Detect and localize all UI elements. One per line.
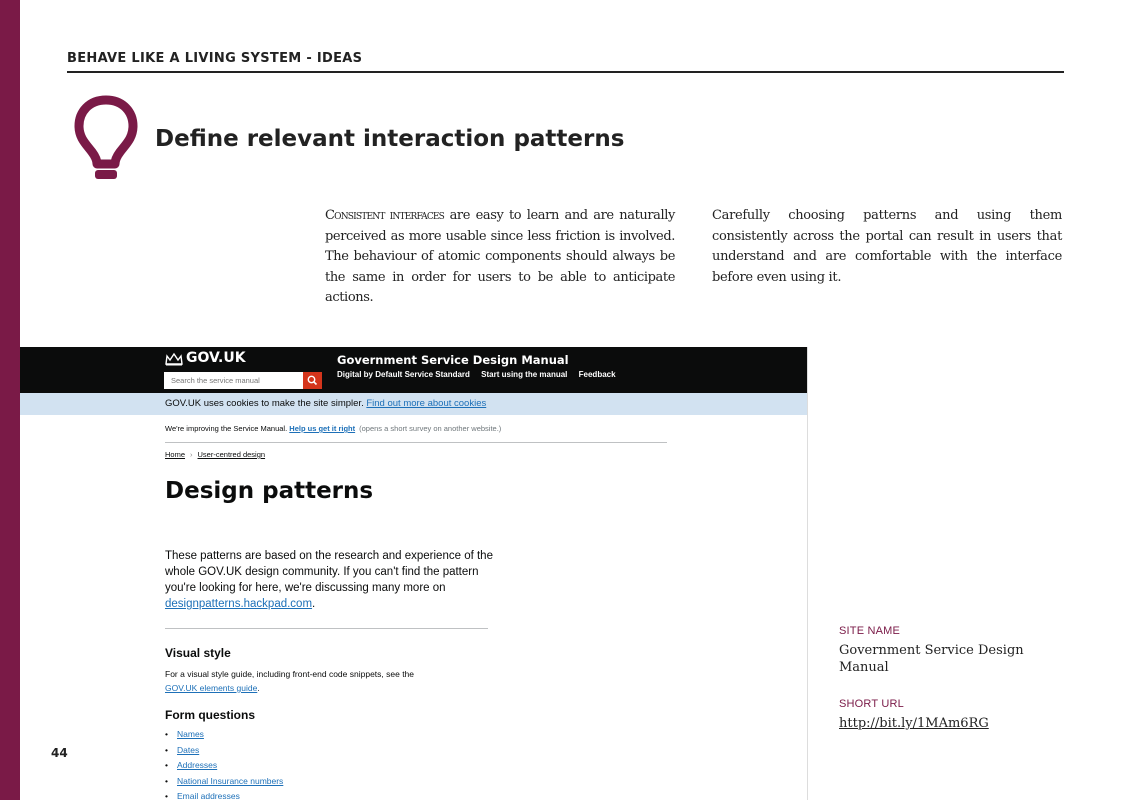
gov-header: GOV.UK Government Service Design Manual … [20, 347, 807, 393]
short-url-link[interactable]: http://bit.ly/1MAm6RG [839, 715, 989, 732]
lead-in-text: Consistent interfaces [325, 208, 445, 223]
divider [165, 442, 667, 443]
pattern-link-addresses[interactable]: Addresses [177, 760, 217, 770]
hackpad-link[interactable]: designpatterns.hackpad.com [165, 598, 312, 610]
cookie-banner: GOV.UK uses cookies to make the site sim… [20, 393, 807, 415]
list-item: • Email addresses [165, 791, 240, 800]
nav-item-feedback[interactable]: Feedback [579, 370, 616, 379]
nav-item-start-using[interactable]: Start using the manual [481, 370, 567, 379]
page-number: 44 [51, 746, 68, 760]
list-item: • Addresses [165, 760, 218, 771]
search-input[interactable] [164, 372, 309, 389]
crown-icon [165, 352, 183, 366]
form-questions-heading: Form questions [165, 708, 256, 722]
chevron-right-icon: › [190, 450, 193, 459]
breadcrumb-user-centred-design[interactable]: User-centred design [198, 450, 266, 459]
visual-style-heading: Visual style [165, 646, 231, 660]
breadcrumb: Home › User-centred design [165, 450, 265, 459]
list-item: • National Insurance numbers [165, 775, 284, 786]
pattern-link-names[interactable]: Names [177, 729, 204, 739]
cookie-link[interactable]: Find out more about cookies [366, 398, 486, 409]
divider [165, 628, 488, 629]
survey-notice: We're improving the Service Manual. Help… [165, 424, 501, 433]
list-item: • Names [165, 729, 204, 739]
pattern-link-national-insurance[interactable]: National Insurance numbers [177, 776, 283, 786]
cookie-text: GOV.UK uses cookies to make the site sim… [165, 398, 364, 409]
short-url-label: SHORT URL [839, 698, 904, 710]
intro-paragraph: These patterns are based on the research… [165, 548, 495, 612]
survey-text: We're improving the Service Manual. [165, 424, 288, 433]
breadcrumb-home[interactable]: Home [165, 450, 185, 459]
visual-style-text: For a visual style guide, including fron… [165, 669, 415, 679]
elements-guide-link[interactable]: GOV.UK elements guide [165, 683, 257, 693]
search-button[interactable] [303, 372, 322, 389]
header-nav: Digital by Default Service Standard Star… [337, 370, 625, 379]
search-icon [307, 375, 318, 386]
visual-style-end: . [257, 683, 260, 693]
lightbulb-icon [74, 95, 138, 179]
body-column-1: Consistent interfaces are easy to learn … [325, 206, 675, 309]
survey-link[interactable]: Help us get it right [289, 424, 355, 433]
website-screenshot: GOV.UK Government Service Design Manual … [20, 347, 808, 800]
body-column-2: Carefully choosing patterns and using th… [712, 208, 1062, 285]
page-heading: Define relevant interaction patterns [155, 126, 625, 152]
form-questions-list: • Names • Dates • Addresses • National Insur… [165, 727, 283, 800]
list-item: • Dates [165, 744, 200, 755]
visual-style-paragraph: For a visual style guide, including fron… [165, 667, 485, 695]
survey-note: (opens a short survey on another website… [359, 424, 502, 433]
site-name-value: Government Service Design Manual [839, 643, 1024, 675]
pattern-link-email-addresses[interactable]: Email addresses [177, 791, 240, 800]
accent-side-bar [0, 0, 20, 800]
pattern-link-dates[interactable]: Dates [177, 745, 199, 755]
intro-text: These patterns are based on the research… [165, 550, 493, 594]
screenshot-page-title: Design patterns [165, 478, 374, 504]
intro-end: . [312, 598, 316, 610]
site-title[interactable]: Government Service Design Manual [337, 353, 569, 367]
section-title: BEHAVE LIKE A LIVING SYSTEM - IDEAS [67, 51, 1064, 73]
cookie-message: GOV.UK uses cookies to make the site sim… [165, 398, 486, 409]
site-name-label: SITE NAME [839, 625, 901, 637]
nav-item-digital-by-default[interactable]: Digital by Default Service Standard [337, 370, 470, 379]
govuk-logo[interactable]: GOV.UK [186, 350, 246, 366]
